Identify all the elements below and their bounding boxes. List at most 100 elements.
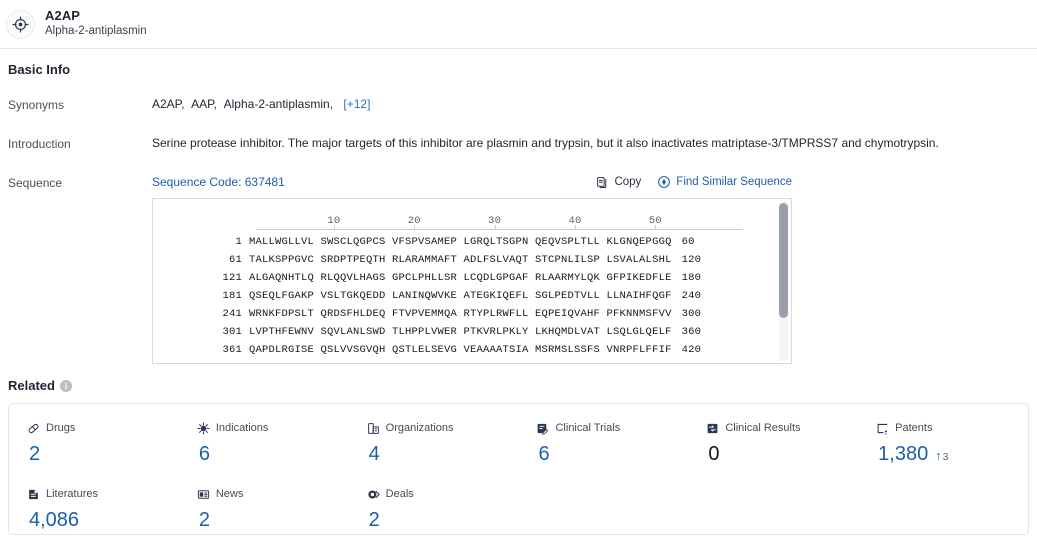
sequence-line: 181 QSEQLFGAKP VSLTGKQEDD LANINQWVKE ATE… [153,287,791,305]
introduction-value: Serine protease inhibitor. The major tar… [152,136,939,150]
sequence-start-index: 181 [222,290,242,302]
sequence-viewer[interactable]: 10 20 30 40 50 1 MALLWGLLVL SWSCLQGPCS V… [152,198,792,364]
stat-news[interactable]: News 2 [179,488,349,530]
sequence-end-index: 180 [681,272,702,284]
stat-label-row: Indications [197,422,349,435]
patent-icon [876,422,889,435]
stat-label: Literatures [46,488,98,500]
stat-label-row: Organizations [367,422,519,435]
stat-value: 0 [708,443,720,465]
sequence-residues: TALKSPPGVC SRDPTPEQTH RLARAMMAFT ADLFSLV… [249,254,672,266]
stat-label: Indications [215,422,269,434]
sequence-line: 121 ALGAQNHTLQ RLQQVLHAGS GPCLPHLLSR LCQ… [153,269,791,287]
stat-clinical-results[interactable]: Clinical Results 0 [688,422,858,464]
deal-icon [367,488,380,501]
sequence-end-index: 60 [681,236,695,248]
sequence-line: 241 WRNKFDPSLT QRDSFHLDEQ FTVPVEMMQA RTY… [153,305,791,323]
sequence-scrollbar-thumb[interactable] [779,203,788,319]
sequence-scrollbar[interactable] [779,201,788,361]
stat-value: 6 [198,443,210,465]
sequence-line: 61 TALKSPPGVC SRDPTPEQTH RLARAMMAFT ADLF… [153,251,791,269]
stat-label: Deals [385,488,414,500]
related-header: Related i [0,364,1037,393]
sequence-line: 301 LVPTHFEWNV SQVLANLSWD TLHPPLVWER PTK… [153,323,791,341]
stat-value-row: 1,380 ↑ 3 [878,444,1028,464]
synonyms-more-link[interactable]: [+12] [343,97,370,111]
stat-value: 2 [198,509,210,531]
sequence-residues: ALGAQNHTLQ RLQQVLHAGS GPCLPHLLSR LCQDLGP… [249,272,672,284]
sequence-header: Sequence Code: 637481 Copy Find Similar … [152,175,792,189]
stat-drugs[interactable]: Drugs 2 [9,422,179,464]
entity-title-group: A2AP Alpha-2-antiplasmin [45,8,147,38]
sequence-code-link[interactable]: Sequence Code: 637481 [152,175,285,189]
copy-button[interactable]: Copy [596,176,641,189]
stat-literatures[interactable]: Literatures 4,086 [9,488,179,531]
stat-label-row: Clinical Results [706,422,858,435]
introduction-label: Introduction [8,137,71,151]
entity-subtitle: Alpha-2-antiplasmin [45,25,147,38]
sequence-label: Sequence [8,176,63,190]
sequence-start-index: 121 [222,272,242,284]
stat-value: 2 [368,509,380,531]
sequence-end-index: 420 [681,344,702,356]
stat-value: 4 [368,443,380,465]
sequence-residues: LVPTHFEWNV SQVLANLSWD TLHPPLVWER PTKVRLP… [249,326,672,338]
stat-value: 2 [29,443,41,465]
synonym-item: AAP, [191,97,217,111]
stat-label-row: Drugs [27,422,179,435]
copy-label: Copy [614,176,642,188]
sequence-start-index: 1 [235,236,242,248]
ruler-line [256,229,743,230]
info-icon[interactable]: i [59,379,72,392]
stat-label-row: News [197,488,349,501]
synonym-item: Alpha-2-antiplasmin, [223,97,334,111]
sequence-residues: WRNKFDPSLT QRDSFHLDEQ FTVPVEMMQA RTYPLRW… [249,308,672,320]
sequence-row: Sequence Sequence Code: 637481 Copy Find… [8,151,1037,364]
stat-deals[interactable]: Deals 2 [349,488,519,530]
basic-info-title: Basic Info [8,62,71,77]
target-icon [6,9,35,39]
sequence-start-index: 301 [222,326,242,338]
stat-label-row: Deals [367,488,519,501]
sequence-start-index: 61 [228,254,242,266]
sequence-actions: Copy Find Similar Sequence [596,175,792,189]
stat-label: Patents [895,422,933,434]
stat-label-row: Clinical Trials [536,422,688,435]
sequence-line: 361 QAPDLRGISE QSLVVSGVQH QSTLELSEVG VEA… [153,341,791,359]
stat-label: Organizations [385,422,454,434]
ruler-tick-label: 20 [407,215,421,227]
stat-label: Clinical Trials [555,422,621,434]
entity-name: A2AP [45,8,81,24]
stat-indications[interactable]: Indications 6 [179,422,349,464]
stat-label-row: Literatures [27,488,179,501]
sequence-residues: QSEQLFGAKP VSLTGKQEDD LANINQWVKE ATEGKIQ… [249,290,672,302]
sequence-start-index: 361 [222,344,242,356]
virus-icon [197,422,210,435]
sequence-line: 1 MALLWGLLVL SWSCLQGPCS VFSPVSAMEP LGRQL… [153,233,791,251]
basic-info-table: Synonyms A2AP, AAP, Alpha-2-antiplasmin,… [0,77,1037,364]
stat-label: Drugs [46,422,76,434]
stat-organizations[interactable]: Organizations 4 [349,422,519,464]
sequence-value: Sequence Code: 637481 Copy Find Similar … [152,175,1037,364]
introduction-row: Introduction Serine protease inhibitor. … [8,112,1037,151]
stat-value: 4,086 [29,509,80,531]
pill-icon [27,422,40,435]
sequence-end-index: 300 [681,308,702,320]
sequence-residues: QAPDLRGISE QSLVVSGVQH QSTLELSEVG VEAAAAT… [249,344,672,356]
stat-label-row: Patents [876,422,1028,435]
synonyms-label: Synonyms [8,98,65,112]
synonym-item: A2AP, [152,97,185,111]
sequence-start-index: 241 [222,308,242,320]
stat-value: 6 [538,443,550,465]
related-stats-grid: Drugs 2 Indications 6 Organizations 4 Cl… [9,422,1028,530]
stat-clinical-trials[interactable]: Clinical Trials 6 [518,422,688,464]
find-similar-sequence-button[interactable]: Find Similar Sequence [657,175,792,189]
sequence-residues: MALLWGLLVL SWSCLQGPCS VFSPVSAMEP LGRQLTS… [249,236,672,248]
sequence-end-index: 120 [681,254,702,266]
find-similar-icon [657,175,671,189]
stat-delta: ↑ 3 [935,449,948,463]
ruler-tick-label: 10 [327,215,341,227]
stat-patents[interactable]: Patents 1,380 ↑ 3 [858,422,1028,464]
related-title: Related [8,378,55,393]
sequence-ruler: 10 20 30 40 50 [256,211,743,233]
